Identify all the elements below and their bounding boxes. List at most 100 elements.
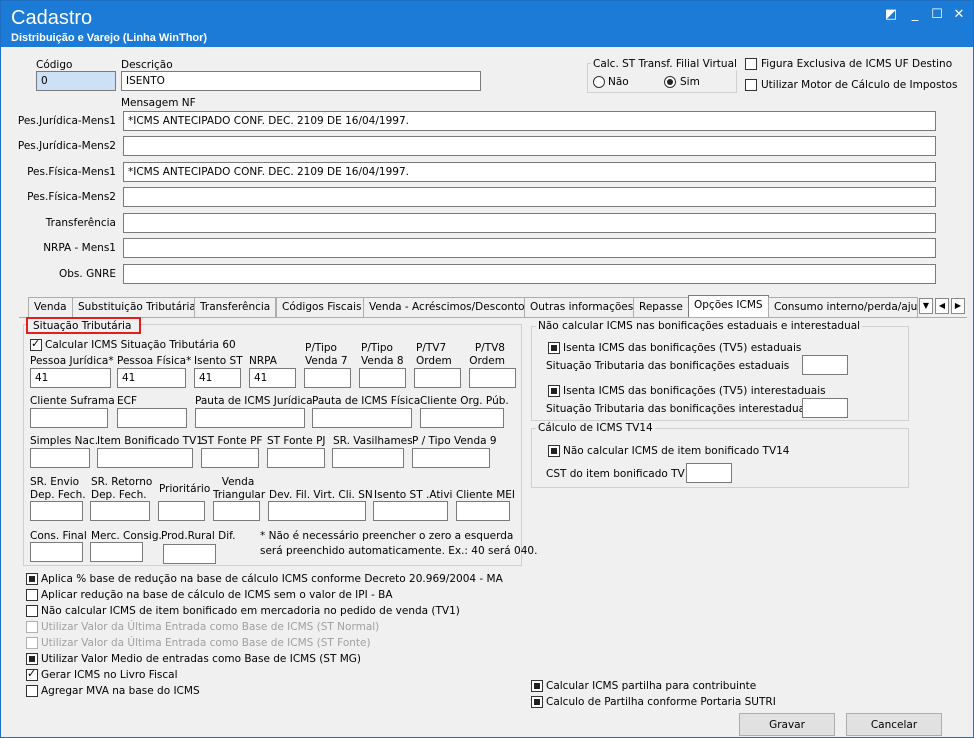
ecf-input[interactable] (117, 408, 187, 428)
isenta-estaduais-checkbox[interactable] (548, 342, 560, 354)
tv8-ordem-input[interactable] (469, 368, 516, 388)
msg-label: Transferência (45, 217, 116, 229)
nao-calcular-tv14-checkbox[interactable] (548, 445, 560, 457)
partilha-sutri-checkbox[interactable] (531, 696, 543, 708)
st-fonte-pj-input[interactable] (267, 448, 325, 468)
nrpa-input[interactable]: 41 (249, 368, 296, 388)
venda-triangular-input[interactable] (213, 501, 260, 521)
row3-label: P / Tipo Venda 9 (412, 435, 497, 447)
close-icon[interactable]: ✕ (949, 7, 969, 23)
row4-label: SR. Retorno Dep. Fech. (91, 476, 153, 501)
item-bonificado-tv1-input[interactable] (97, 448, 193, 468)
tv8-input[interactable] (359, 368, 406, 388)
row5-label: Merc. Consig. (91, 530, 162, 542)
cancelar-button[interactable]: Cancelar (846, 713, 942, 736)
tab-outras-informacoes[interactable]: Outras informações (524, 297, 640, 317)
msg-input[interactable]: *ICMS ANTECIPADO CONF. DEC. 2109 DE 16/0… (123, 111, 936, 131)
pj-input[interactable]: 41 (30, 368, 111, 388)
tab-opcoes-icms[interactable]: Opções ICMS (688, 295, 769, 318)
tab-dropdown-icon[interactable]: ▼ (919, 298, 933, 314)
minimize-icon[interactable]: _ (905, 7, 925, 23)
merc-consig-input[interactable] (90, 542, 143, 562)
sr-envio-input[interactable] (30, 501, 83, 521)
sr-retorno-input[interactable] (90, 501, 150, 521)
bottom-checkbox[interactable] (26, 653, 38, 665)
figura-exclusiva-checkbox[interactable] (745, 58, 757, 70)
bottom-checkbox[interactable] (26, 589, 38, 601)
tab-venda[interactable]: Venda (28, 297, 73, 317)
tab-scroll-left-icon[interactable]: ◀ (935, 298, 949, 314)
msg-label: Pes.Física-Mens2 (27, 191, 116, 203)
isenta-interestaduais-label: Isenta ICMS das bonificações (TV5) inter… (563, 385, 826, 397)
calc-st-label: Calc. ST Transf. Filial Virtual (591, 58, 739, 70)
bottom-checkbox (26, 637, 38, 649)
sit-estaduais-label: Situação Tributaria das bonificações est… (546, 360, 790, 372)
bottom-checkbox (26, 621, 38, 633)
tv7-input[interactable] (304, 368, 351, 388)
tab-codigos-fiscais[interactable]: Códigos Fiscais (276, 297, 368, 317)
pauta-juridica-input[interactable] (195, 408, 305, 428)
mensagem-nf-label: Mensagem NF (121, 97, 196, 109)
bottom-check-label: Utilizar Valor Medio de entradas como Ba… (41, 653, 362, 665)
sr-vasilhames-input[interactable] (332, 448, 404, 468)
descricao-input[interactable]: ISENTO (121, 71, 481, 91)
sit-estaduais-input[interactable] (802, 355, 848, 375)
tv7-ordem-input[interactable] (414, 368, 461, 388)
bottom-checkbox[interactable] (26, 685, 38, 697)
row4-label: SR. Envio Dep. Fech. (30, 476, 86, 501)
isento-st-input[interactable]: 41 (194, 368, 241, 388)
prioritario-input[interactable] (158, 501, 205, 521)
msg-label: Pes.Jurídica-Mens1 (17, 115, 116, 127)
motor-calculo-label: Utilizar Motor de Cálculo de Impostos (761, 79, 958, 91)
gravar-button[interactable]: Gravar (739, 713, 835, 736)
msg-input[interactable]: *ICMS ANTECIPADO CONF. DEC. 2109 DE 16/0… (123, 162, 936, 182)
tab-substituicao[interactable]: Substituição Tributária (72, 297, 202, 317)
cons-final-input[interactable] (30, 542, 83, 562)
motor-calculo-checkbox[interactable] (745, 79, 757, 91)
cliente-suframa-input[interactable] (30, 408, 108, 428)
prod-rural-input[interactable] (163, 544, 216, 564)
msg-label: Obs. GNRE (59, 268, 116, 280)
bonif-title: Não calcular ICMS nas bonificações estad… (536, 320, 863, 332)
pauta-fisica-input[interactable] (312, 408, 412, 428)
bottom-check-label: Aplicar redução na base de cálculo de IC… (41, 589, 393, 601)
tv8-ordem-label: P/TV8 Ordem (469, 342, 505, 367)
cst-tv14-input[interactable] (686, 463, 732, 483)
tab-repasse[interactable]: Repasse (633, 297, 689, 317)
maximize-icon[interactable]: ☐ (927, 7, 947, 23)
note-text-2: será preenchido automaticamente. Ex.: 40… (260, 545, 538, 557)
simples-nac-input[interactable] (30, 448, 90, 468)
pf-input[interactable]: 41 (117, 368, 186, 388)
tipo-venda-9-input[interactable] (412, 448, 490, 468)
row5-label: Cons. Final (30, 530, 87, 542)
tab-consumo-interno[interactable]: Consumo interno/perda/ajuste (768, 297, 918, 317)
isento-st-ativi-input[interactable] (373, 501, 448, 521)
msg-input[interactable] (123, 238, 936, 258)
bottom-checkbox[interactable] (26, 605, 38, 617)
window-subtitle: Distribuição e Varejo (Linha WinThor) (11, 32, 208, 44)
sit-interestaduais-input[interactable] (802, 398, 848, 418)
tab-transferencia[interactable]: Transferência (194, 297, 277, 317)
pj-label: Pessoa Jurídica* (30, 355, 114, 367)
calc-st-nao-radio[interactable] (593, 76, 605, 88)
cliente-mei-input[interactable] (456, 501, 510, 521)
st-fonte-pf-input[interactable] (201, 448, 259, 468)
msg-input[interactable] (123, 136, 936, 156)
isenta-interestaduais-checkbox[interactable] (548, 385, 560, 397)
codigo-input[interactable]: 0 (36, 71, 116, 91)
restore-icon[interactable]: ◩ (881, 7, 901, 23)
msg-input[interactable] (123, 187, 936, 207)
calc-st-sim-radio[interactable] (664, 76, 676, 88)
msg-input[interactable] (123, 213, 936, 233)
calcular-icms-60-checkbox[interactable] (30, 337, 42, 351)
tab-venda-acrescimos[interactable]: Venda - Acréscimos/Descontos (363, 297, 537, 317)
dev-fil-virt-input[interactable] (268, 501, 366, 521)
codigo-label: Código (36, 59, 73, 71)
msg-input[interactable] (123, 264, 936, 284)
bottom-checkbox[interactable] (26, 667, 38, 681)
cliente-org-pub-input[interactable] (420, 408, 504, 428)
row3-label: ST Fonte PF (201, 435, 263, 447)
partilha-contribuinte-checkbox[interactable] (531, 680, 543, 692)
bottom-checkbox[interactable] (26, 573, 38, 585)
tab-scroll-right-icon[interactable]: ▶ (951, 298, 965, 314)
